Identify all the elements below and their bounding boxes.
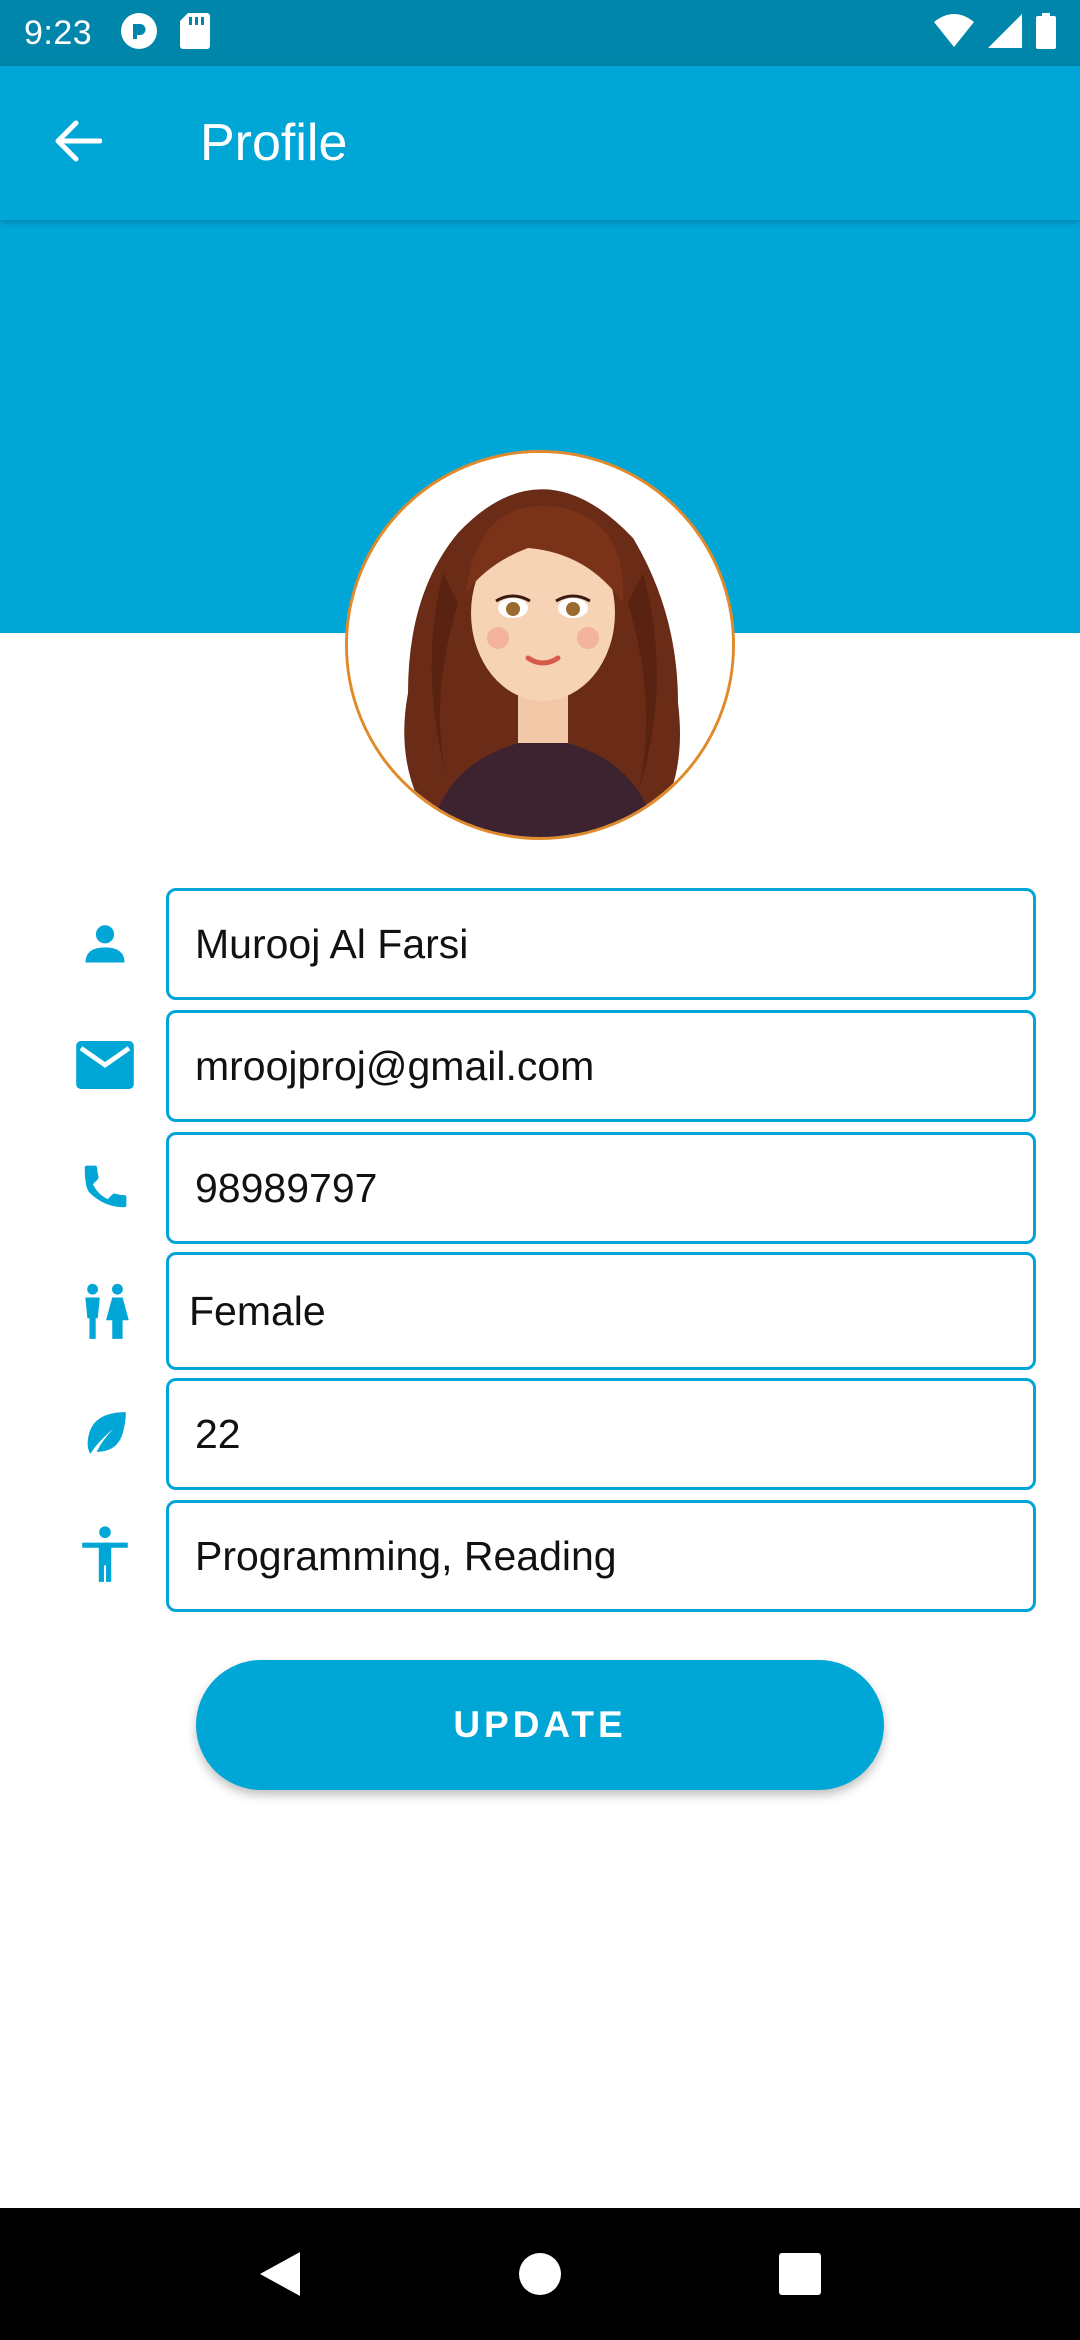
avatar-illustration: [348, 453, 732, 837]
pocket-casts-icon: [120, 12, 158, 55]
person-icon: [70, 908, 140, 978]
age-field[interactable]: [166, 1378, 1036, 1490]
status-bar: 9:23: [0, 0, 1080, 66]
sd-card-icon: [180, 12, 211, 54]
hobbies-field[interactable]: [166, 1500, 1036, 1612]
wifi-icon: [934, 13, 974, 53]
navigation-bar: [0, 2208, 1080, 2340]
arrow-left-icon: [52, 119, 103, 168]
name-field[interactable]: [166, 888, 1036, 1000]
back-button[interactable]: [38, 104, 116, 182]
page-title: Profile: [200, 114, 348, 172]
home-circle-icon[interactable]: [500, 2234, 580, 2314]
leaf-icon: [70, 1398, 140, 1468]
gender-select[interactable]: Female: [166, 1252, 1036, 1370]
email-input[interactable]: [195, 1042, 1033, 1090]
age-input[interactable]: [195, 1410, 1033, 1458]
back-triangle-icon[interactable]: [240, 2234, 320, 2314]
battery-icon: [1036, 12, 1056, 54]
recents-square-icon[interactable]: [760, 2234, 840, 2314]
phone-field[interactable]: [166, 1132, 1036, 1244]
hobbies-input[interactable]: [195, 1532, 1033, 1580]
mail-icon: [70, 1030, 140, 1100]
phone-icon: [70, 1152, 140, 1222]
phone-input[interactable]: [195, 1164, 1033, 1212]
gender-value: Female: [189, 1287, 326, 1334]
signal-icon: [988, 13, 1022, 53]
app-bar: Profile: [0, 66, 1080, 220]
update-button[interactable]: UPDATE: [196, 1660, 884, 1790]
profile-avatar[interactable]: [345, 450, 735, 840]
email-field[interactable]: [166, 1010, 1036, 1122]
name-input[interactable]: [195, 920, 1033, 968]
status-time: 9:23: [24, 13, 93, 52]
gender-icon: [70, 1277, 140, 1347]
accessibility-icon: [70, 1520, 140, 1590]
